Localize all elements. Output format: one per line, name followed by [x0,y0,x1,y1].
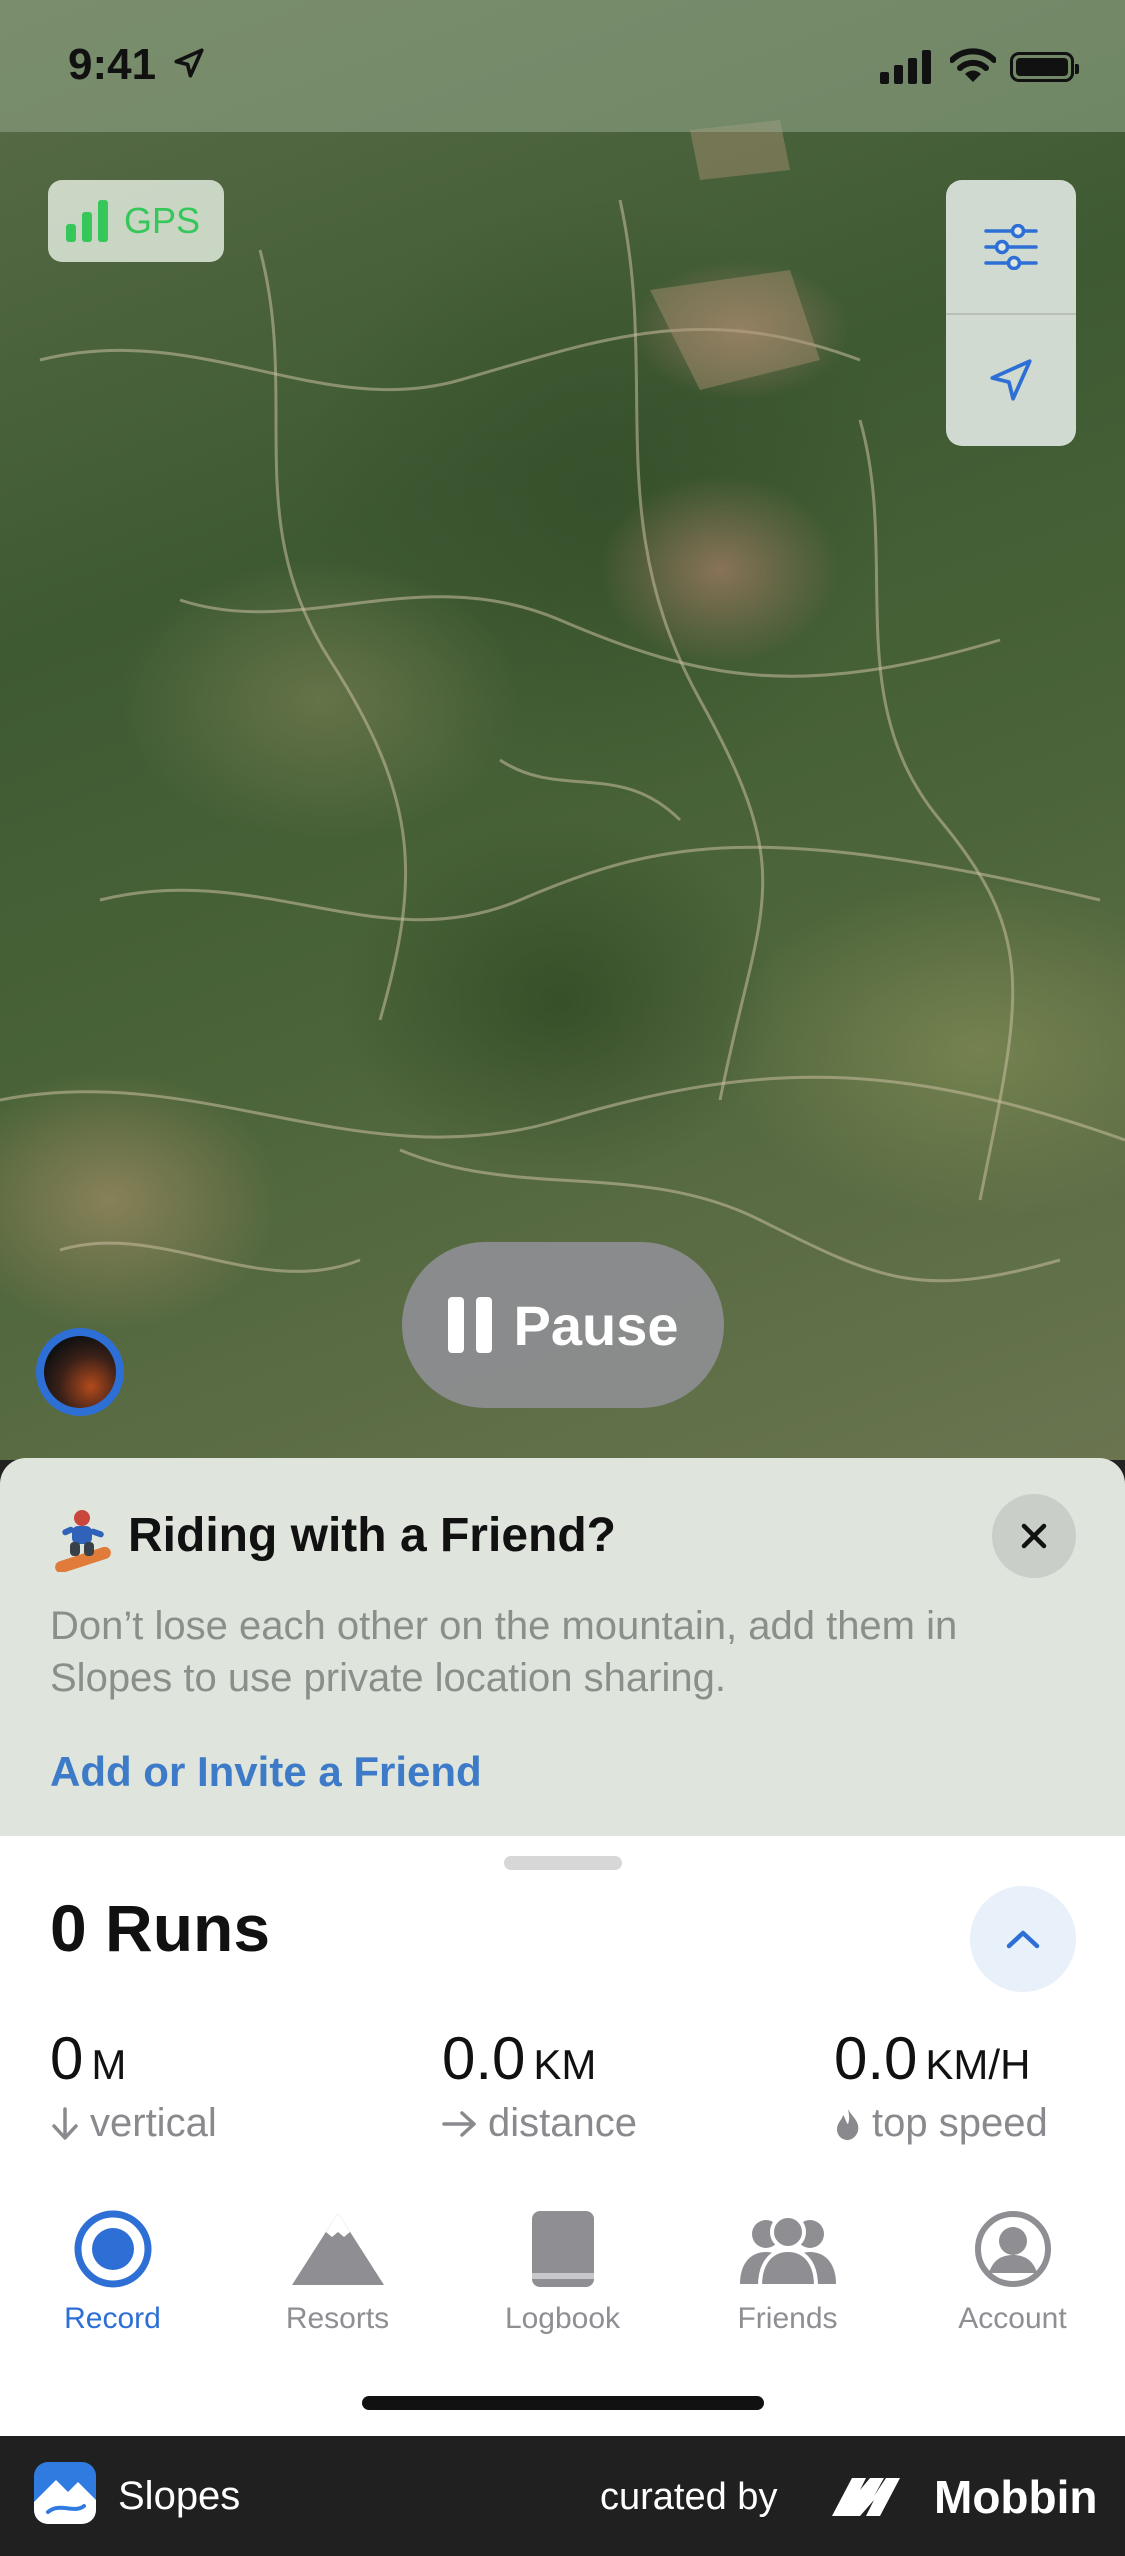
arrow-right-icon [442,2110,476,2137]
app-name: Slopes [118,2474,241,2518]
book-icon [531,2211,594,2287]
snowboarder-icon [55,1510,111,1572]
chevron-up-icon [1006,1930,1040,1949]
tab-friends[interactable]: Friends [675,2190,900,2350]
flame-icon [837,2108,859,2140]
stat-unit: M [91,2041,127,2088]
stat-value: 0.0 [442,2025,526,2092]
gps-label: GPS [124,200,201,241]
tab-label: Record [64,2302,161,2335]
friends-icon [739,2214,836,2286]
cellular-signal-icon [880,50,931,84]
pause-icon [447,1297,492,1353]
account-icon [974,2211,1051,2287]
stat-value: 0.0 [834,2025,918,2092]
slopes-logo-icon [34,2462,96,2524]
tab-resorts[interactable]: Resorts [225,2190,450,2350]
user-location-marker[interactable] [36,1328,124,1416]
close-icon [1021,1523,1047,1549]
banner-close-button[interactable] [992,1494,1076,1578]
locate-me-button[interactable] [946,313,1076,446]
tab-account[interactable]: Account [900,2190,1125,2350]
tab-label: Resorts [285,2302,390,2335]
stat-top-speed: 0.0 KM/H top speed [834,2024,1048,2146]
map-filter-button[interactable] [946,180,1076,313]
wifi-icon [950,48,996,82]
status-time: 9:41 [68,40,157,89]
banner-body: Don’t lose each other on the mountain, a… [50,1604,958,1700]
mobbin-brand: Mobbin [934,2471,1098,2523]
curated-by-label: curated by [600,2476,778,2518]
battery-icon [1010,52,1079,82]
stat-label: distance [488,2101,637,2145]
gps-signal-icon [66,200,108,242]
record-icon [74,2210,151,2288]
location-arrow-icon [990,358,1032,401]
stat-label: top speed [872,2101,1048,2145]
pause-label: Pause [513,1293,679,1357]
runs-count: 0 Runs [50,1891,271,1965]
tab-logbook[interactable]: Logbook [450,2190,675,2350]
home-indicator[interactable] [362,2396,764,2410]
banner-title: Riding with a Friend? [128,1509,616,1562]
location-arrow-icon [174,48,204,78]
sheet-grabber[interactable] [504,1856,622,1870]
tab-record[interactable]: Record [0,2190,225,2350]
stat-distance: 0.0 KM distance [442,2024,637,2146]
stat-vertical: 0M vertical [50,2024,217,2146]
arrow-down-icon [52,2106,78,2140]
pause-button[interactable]: Pause [402,1242,724,1408]
sliders-icon [984,223,1038,270]
mobbin-logo-icon [832,2478,900,2516]
stat-label: vertical [90,2101,217,2145]
tab-label: Friends [737,2302,838,2335]
stat-unit: KM/H [925,2041,1031,2088]
status-bar: 9:41 [0,0,1125,132]
tab-label: Logbook [504,2302,621,2335]
gps-indicator: GPS [48,180,224,262]
add-friend-link[interactable]: Add or Invite a Friend [50,1748,482,1796]
tab-label: Account [958,2302,1067,2335]
map-controls [946,180,1076,446]
tab-bar: Record Resorts Logbook Friends Account [0,2190,1125,2350]
expand-sheet-button[interactable] [970,1886,1076,1992]
stat-unit: KM [533,2041,597,2088]
stat-value: 0 [50,2025,84,2092]
mountain-icon [291,2213,384,2285]
